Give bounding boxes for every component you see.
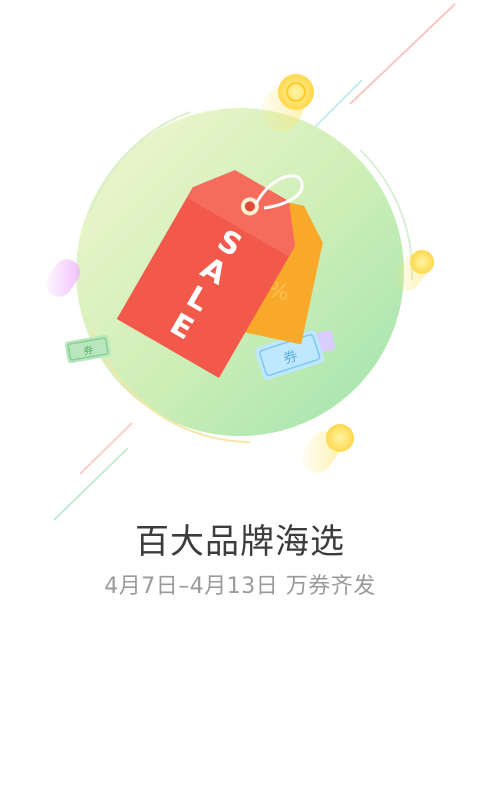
date-subtitle: 4月7日–4月13日 万券齐发 (104, 574, 376, 599)
coin-bottom (301, 424, 354, 473)
page-title: 百大品牌海选 (135, 522, 345, 562)
sale-tag-icon: 券 券 券 % S A L E (45, 3, 456, 521)
hero-illustration: 券 券 券 % S A L E (0, 0, 480, 521)
